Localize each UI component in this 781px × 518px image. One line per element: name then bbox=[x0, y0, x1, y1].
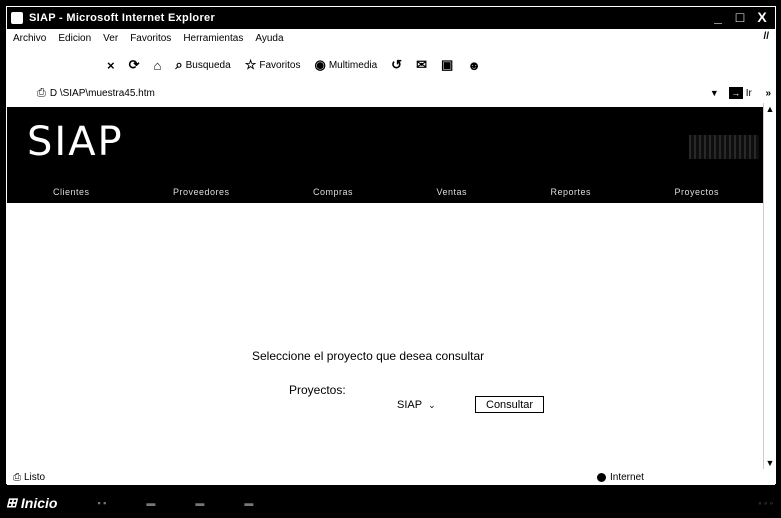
favorites-button[interactable]: ☆ Favoritos bbox=[245, 57, 301, 73]
system-tray: ◦ ◦ ◦ bbox=[758, 498, 773, 508]
projects-label: Proyectos: bbox=[289, 383, 346, 397]
menu-ayuda[interactable]: Ayuda bbox=[255, 33, 283, 44]
messenger-icon: ☻ bbox=[467, 57, 481, 73]
multimedia-label: Multimedia bbox=[328, 59, 378, 71]
menu-ver[interactable]: Ver bbox=[103, 33, 118, 44]
project-select[interactable]: SIAP ⌄ bbox=[397, 399, 436, 411]
address-dropdown-icon[interactable]: ▼ bbox=[710, 88, 719, 98]
site-nav: Clientes Proveedores Compras Ventas Repo… bbox=[7, 187, 765, 197]
nav-proveedores[interactable]: Proveedores bbox=[173, 187, 230, 197]
menu-favoritos[interactable]: Favoritos bbox=[130, 33, 171, 44]
nav-proyectos[interactable]: Proyectos bbox=[674, 187, 719, 197]
address-input[interactable]: D \SIAP\muestra45.htm bbox=[50, 88, 610, 99]
home-icon: ⌂ bbox=[153, 57, 162, 73]
scroll-down-icon[interactable]: ▼ bbox=[764, 457, 776, 469]
links-chevron-icon[interactable]: » bbox=[765, 88, 771, 99]
nav-clientes[interactable]: Clientes bbox=[53, 187, 90, 197]
taskbar-item-1[interactable]: ▬ bbox=[146, 498, 155, 508]
go-arrow-icon: → bbox=[728, 87, 743, 99]
header-decoration bbox=[689, 135, 759, 159]
status-text: Listo bbox=[24, 471, 46, 483]
project-select-value: SIAP bbox=[397, 399, 423, 411]
security-zone: Internet bbox=[597, 472, 644, 483]
stop-icon: × bbox=[107, 57, 115, 73]
start-label: Inicio bbox=[20, 495, 58, 511]
mail-button[interactable]: ✉ bbox=[416, 57, 427, 73]
menu-herramientas[interactable]: Herramientas bbox=[183, 33, 243, 44]
menu-edicion[interactable]: Edicion bbox=[58, 33, 91, 44]
consult-button[interactable]: Consultar bbox=[475, 396, 545, 413]
go-label: Ir bbox=[745, 87, 752, 99]
media-icon: ◉ bbox=[314, 57, 326, 72]
taskbar-item-3[interactable]: ▬ bbox=[244, 498, 253, 508]
scroll-up-icon[interactable]: ▲ bbox=[764, 103, 776, 115]
taskbar: ⊞ Inicio ▪ ▪ ▬ ▬ ▬ ◦ ◦ ◦ bbox=[0, 488, 781, 518]
menu-archivo[interactable]: Archivo bbox=[13, 33, 46, 44]
title-bar: SIAP - Microsoft Internet Explorer _ □ X bbox=[7, 7, 775, 29]
globe-icon bbox=[597, 472, 606, 482]
minimize-button[interactable]: _ bbox=[709, 9, 727, 25]
window-title: SIAP - Microsoft Internet Explorer bbox=[29, 12, 216, 24]
nav-compras[interactable]: Compras bbox=[313, 187, 353, 197]
site-header: SIAP Clientes Proveedores Compras Ventas… bbox=[7, 107, 765, 203]
refresh-button[interactable]: ⟳ bbox=[129, 57, 140, 73]
nav-reportes[interactable]: Reportes bbox=[550, 187, 591, 197]
chevron-down-icon: ⌄ bbox=[428, 399, 436, 410]
favorites-label: Favoritos bbox=[259, 59, 301, 71]
refresh-icon: ⟳ bbox=[128, 57, 140, 72]
history-icon: ↺ bbox=[391, 57, 403, 72]
zone-text: Internet bbox=[610, 471, 644, 483]
ie-icon bbox=[11, 12, 23, 24]
vertical-scrollbar[interactable]: ▲ ▼ bbox=[763, 103, 775, 469]
window-controls: _ □ X bbox=[709, 9, 771, 25]
search-label: Busqueda bbox=[185, 59, 231, 71]
go-button[interactable]: → Ir bbox=[728, 87, 752, 99]
print-button[interactable]: ▣ bbox=[441, 57, 453, 73]
star-icon: ☆ bbox=[244, 57, 257, 72]
page-icon: ⎙ bbox=[37, 86, 46, 99]
nav-ventas[interactable]: Ventas bbox=[436, 187, 467, 197]
menu-bar: Archivo Edicion Ver Favoritos Herramient… bbox=[7, 29, 775, 47]
start-button[interactable]: ⊞ Inicio bbox=[6, 495, 57, 511]
messenger-button[interactable]: ☻ bbox=[467, 58, 481, 73]
throbber-icon: // bbox=[763, 31, 769, 42]
search-button[interactable]: ⌕ Busqueda bbox=[175, 57, 230, 73]
address-bar: ⎙ D \SIAP\muestra45.htm ▼ → Ir » bbox=[7, 83, 775, 103]
status-left: ⎙ Listo bbox=[13, 472, 45, 483]
taskbar-item-2[interactable]: ▬ bbox=[195, 498, 204, 508]
page-content: SIAP Clientes Proveedores Compras Ventas… bbox=[7, 103, 765, 469]
toolbar: × ⟳ ⌂ ⌕ Busqueda ☆ Favoritos ◉ Multimedi… bbox=[7, 47, 775, 83]
stop-button[interactable]: × bbox=[107, 58, 115, 73]
home-button[interactable]: ⌂ bbox=[154, 58, 162, 73]
print-icon: ▣ bbox=[440, 57, 454, 72]
page-done-icon: ⎙ bbox=[13, 471, 21, 483]
search-icon: ⌕ bbox=[175, 57, 183, 72]
close-button[interactable]: X bbox=[753, 9, 771, 25]
site-logo: SIAP bbox=[27, 119, 124, 165]
windows-logo-icon: ⊞ bbox=[6, 495, 17, 510]
page-prompt: Seleccione el proyecto que desea consult… bbox=[252, 349, 485, 363]
mail-icon: ✉ bbox=[416, 57, 427, 72]
browser-window: SIAP - Microsoft Internet Explorer _ □ X… bbox=[6, 6, 776, 485]
multimedia-button[interactable]: ◉ Multimedia bbox=[314, 57, 377, 73]
maximize-button[interactable]: □ bbox=[731, 9, 749, 25]
history-button[interactable]: ↺ bbox=[391, 57, 402, 73]
quick-launch-icon[interactable]: ▪ ▪ bbox=[97, 498, 106, 508]
status-bar: ⎙ Listo Internet bbox=[7, 469, 775, 485]
